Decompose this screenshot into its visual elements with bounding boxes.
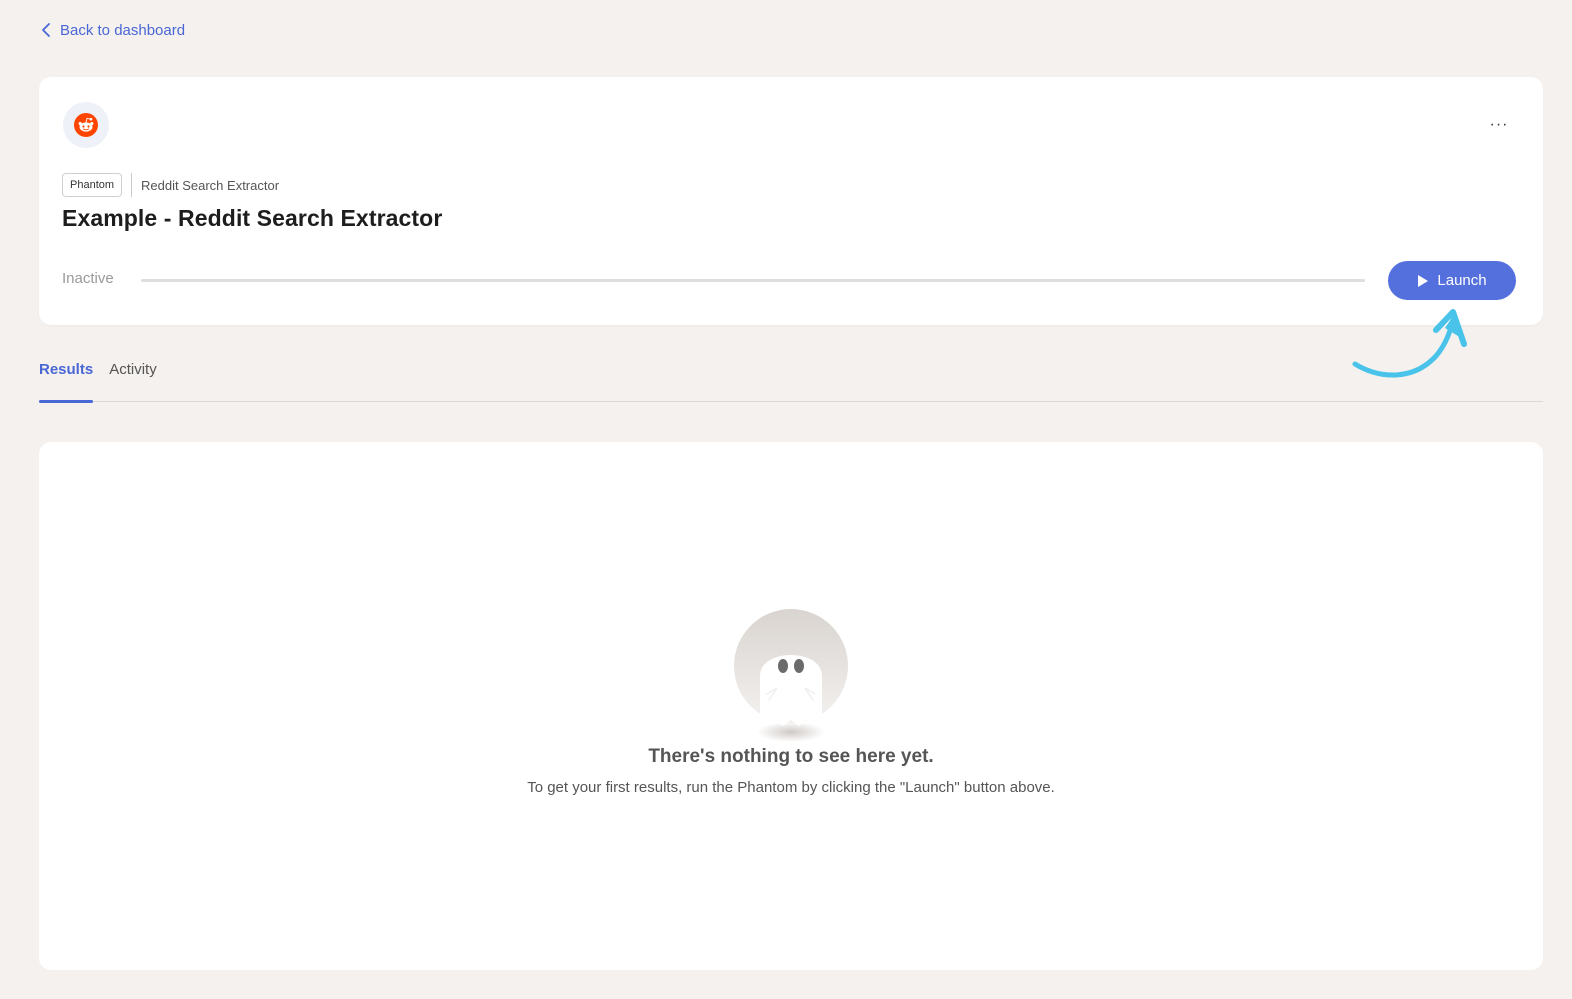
launch-button-label: Launch bbox=[1437, 272, 1487, 289]
empty-state-title: There's nothing to see here yet. bbox=[648, 746, 934, 767]
more-options-button[interactable]: ··· bbox=[1483, 113, 1515, 137]
page-title: Example - Reddit Search Extractor bbox=[62, 205, 443, 231]
reddit-icon bbox=[63, 102, 109, 148]
agent-breadcrumb: Phantom Reddit Search Extractor bbox=[62, 173, 279, 197]
agent-header-card: ··· Phantom Reddit Search Extractor Exam… bbox=[39, 77, 1543, 325]
tab-results[interactable]: Results bbox=[39, 352, 94, 403]
status-label: Inactive bbox=[62, 270, 114, 287]
agent-template-name: Reddit Search Extractor bbox=[141, 177, 280, 193]
ghost-icon bbox=[734, 609, 848, 742]
back-to-dashboard-link[interactable]: Back to dashboard bbox=[40, 18, 185, 42]
agent-type-badge: Phantom bbox=[62, 173, 123, 197]
back-link-label: Back to dashboard bbox=[60, 21, 186, 39]
play-icon bbox=[1418, 274, 1429, 287]
results-panel: There's nothing to see here yet. To get … bbox=[39, 442, 1543, 970]
progress-bar bbox=[141, 279, 1365, 282]
launch-button[interactable]: Launch bbox=[1388, 261, 1516, 300]
tab-activity[interactable]: Activity bbox=[109, 352, 157, 402]
chevron-left-icon bbox=[42, 23, 50, 37]
breadcrumb-divider bbox=[131, 173, 133, 197]
result-tabs: Results Activity bbox=[39, 352, 1543, 403]
empty-state-subtitle: To get your first results, run the Phant… bbox=[527, 779, 1055, 796]
